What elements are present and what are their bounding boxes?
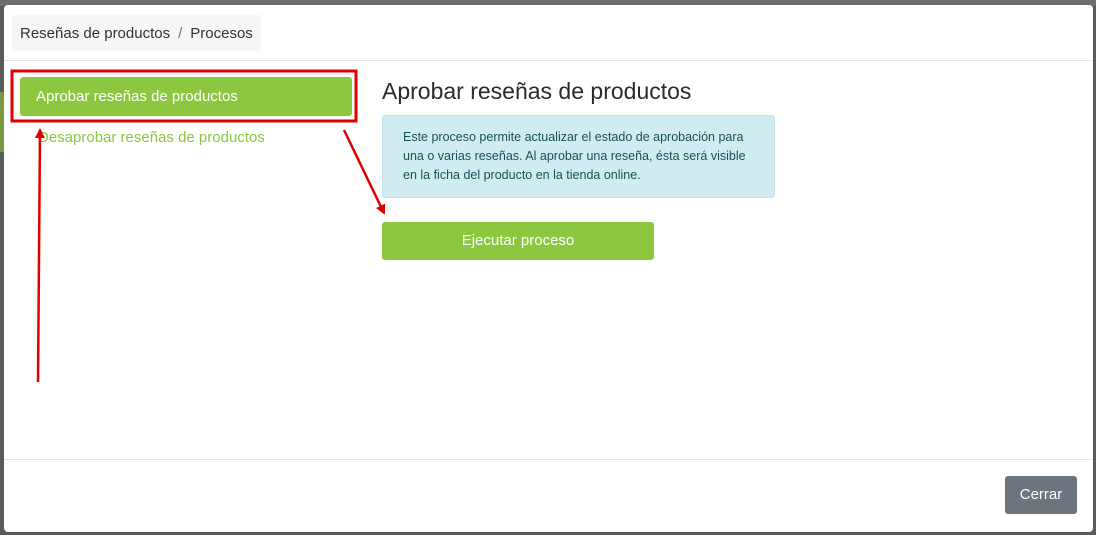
process-info-box: Este proceso permite actualizar el estad… [382, 115, 775, 198]
breadcrumb-item-reviews[interactable]: Reseñas de productos [20, 25, 170, 42]
process-nav: Aprobar reseñas de productos Desaprobar … [20, 77, 352, 146]
process-title: Aprobar reseñas de productos [382, 78, 692, 104]
nav-item-approve-reviews[interactable]: Aprobar reseñas de productos [20, 77, 352, 116]
process-content: Aprobar reseñas de productos Este proces… [382, 77, 782, 260]
close-button[interactable]: Cerrar [1005, 476, 1077, 514]
breadcrumb-item-processes: Procesos [190, 24, 253, 42]
breadcrumb: Reseñas de productos / Procesos [12, 15, 261, 51]
nav-item-disapprove-reviews[interactable]: Desaprobar reseñas de productos [20, 129, 352, 146]
process-modal: Reseñas de productos / Procesos Aprobar … [4, 5, 1093, 532]
modal-footer: Cerrar [4, 459, 1093, 532]
modal-header: Reseñas de productos / Procesos [4, 5, 1093, 61]
run-process-button[interactable]: Ejecutar proceso [382, 222, 654, 260]
breadcrumb-separator: / [178, 24, 183, 42]
